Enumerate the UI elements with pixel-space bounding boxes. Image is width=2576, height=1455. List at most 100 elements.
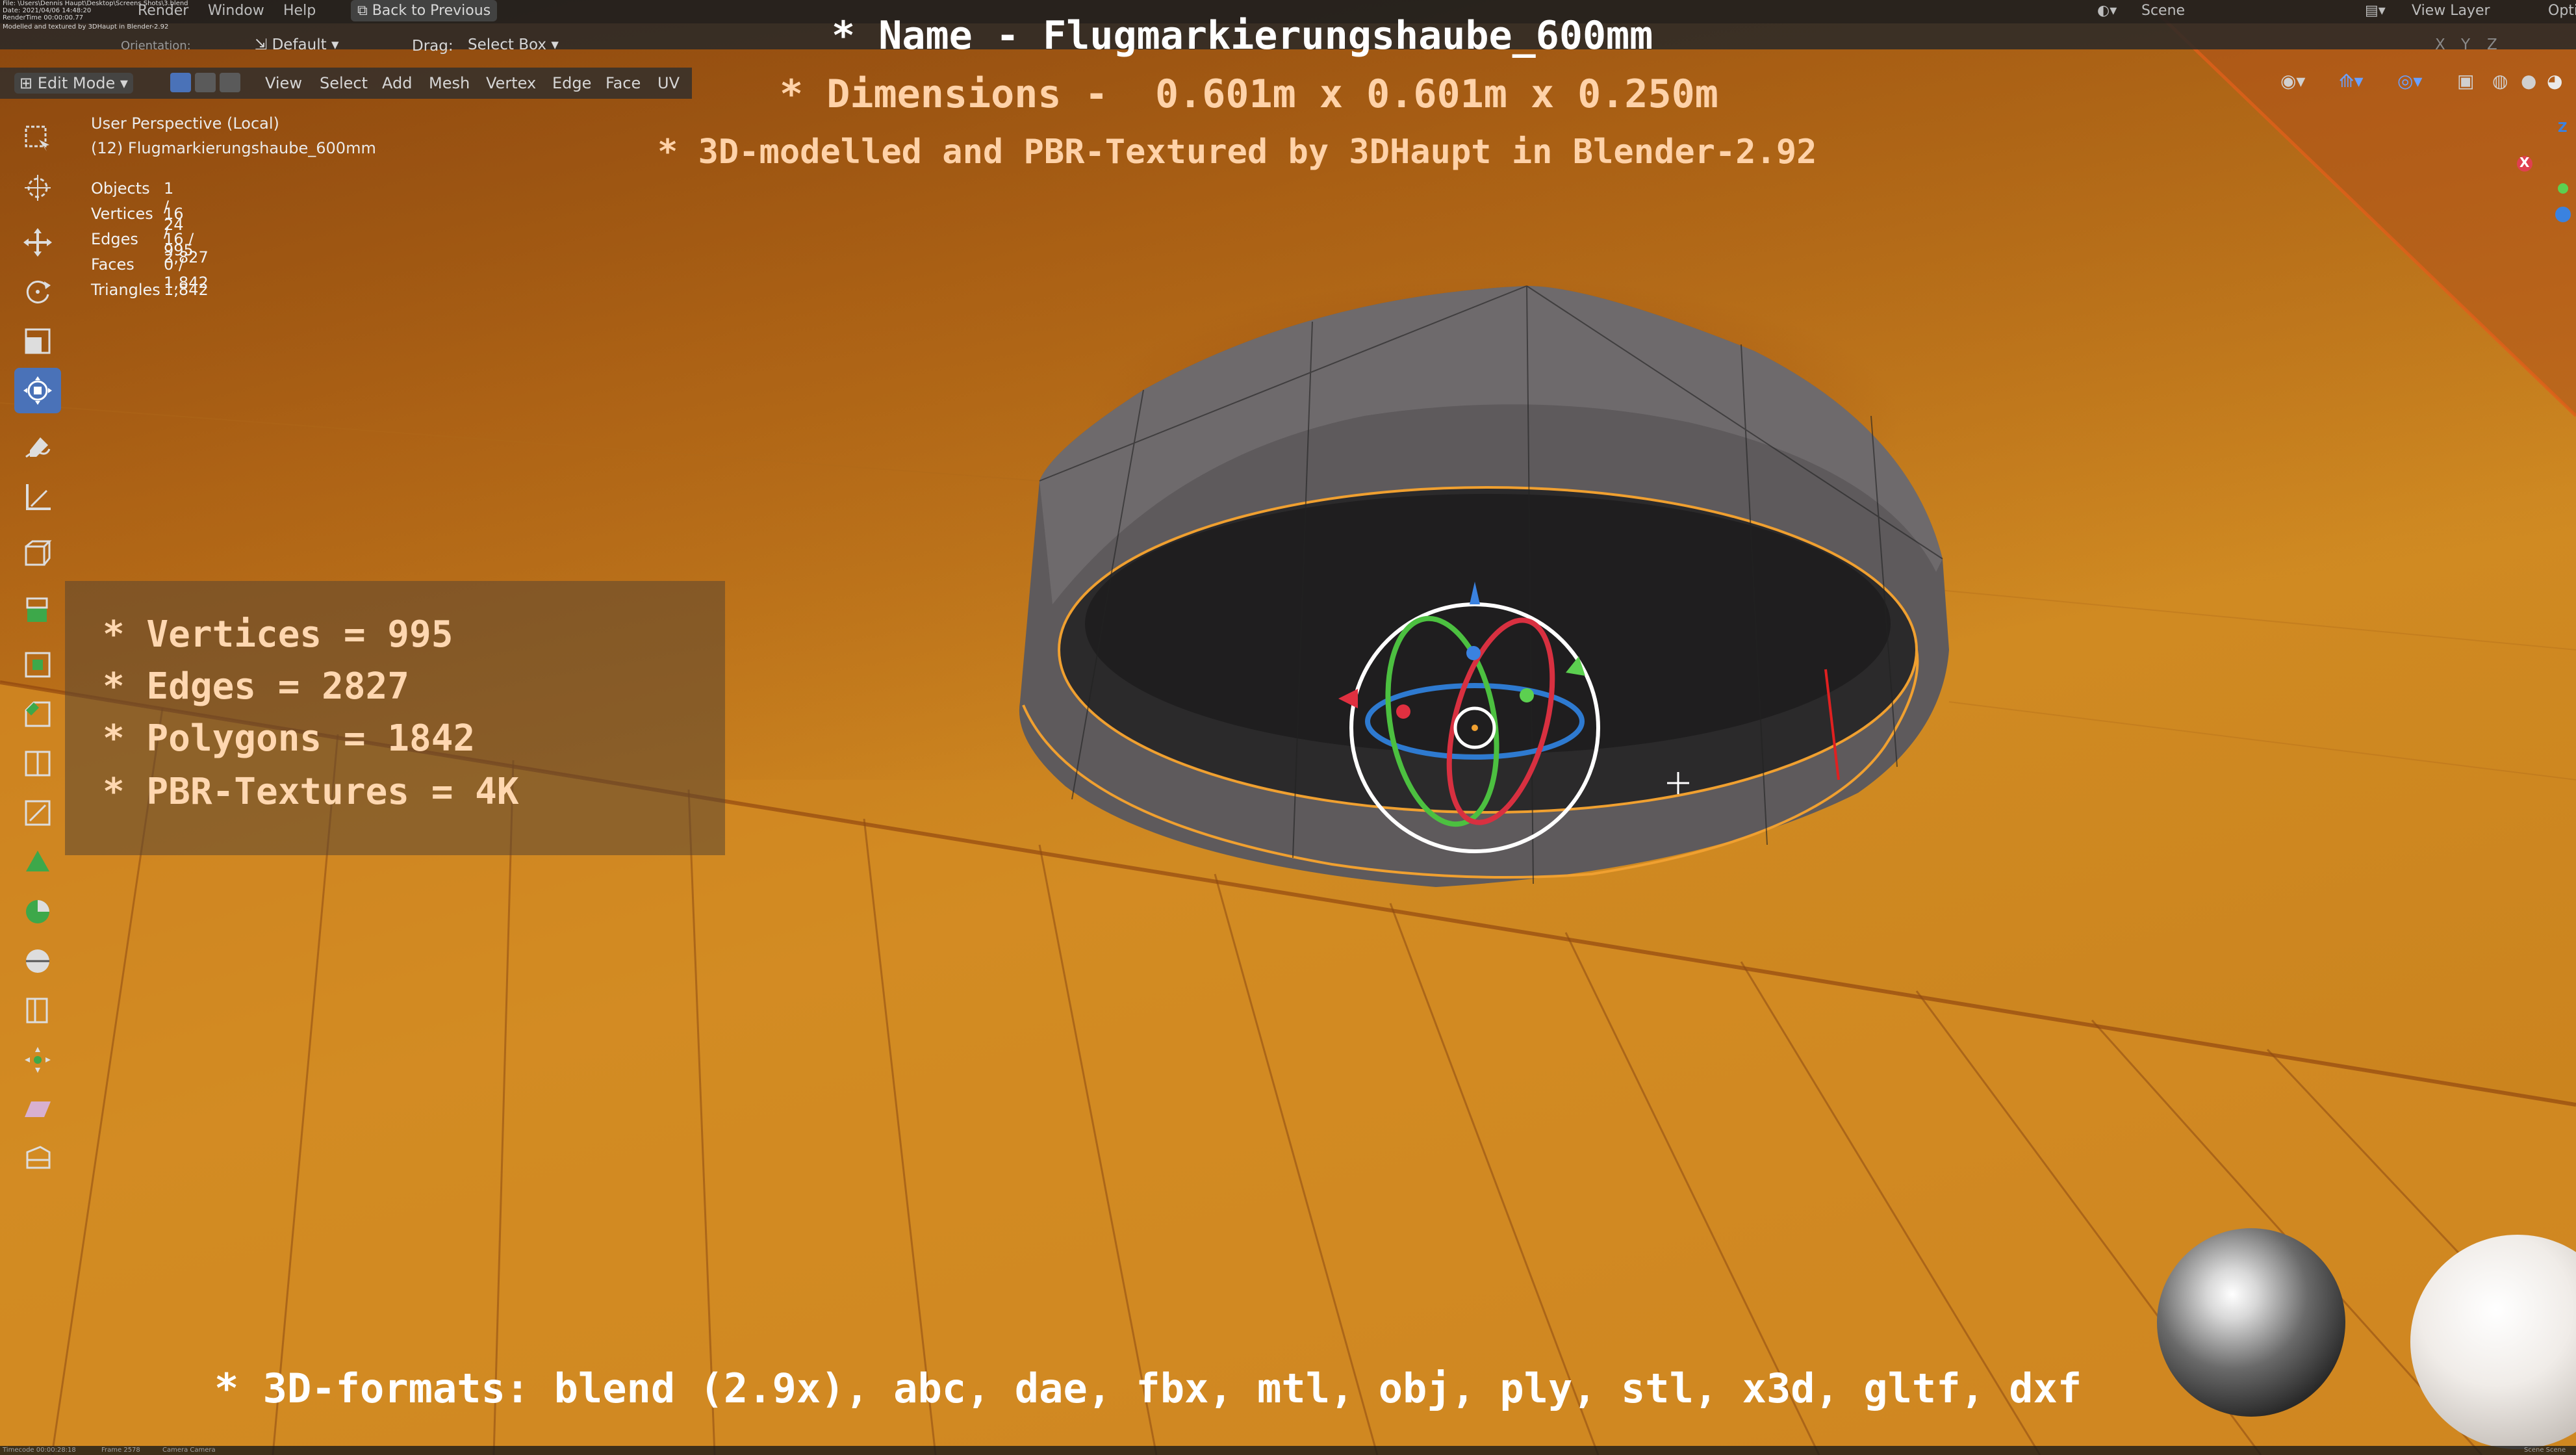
orientation-value: Default: [272, 36, 327, 53]
xray-icon[interactable]: ▣: [2457, 70, 2474, 92]
tool-measure[interactable]: [14, 474, 61, 520]
tool-add-cube[interactable]: [14, 532, 61, 577]
stat-label: Vertices: [91, 205, 153, 223]
edge-slide-icon: [26, 998, 48, 1024]
status-bar: Timecode 00:00:28:18 Frame 2578 Camera C…: [0, 1446, 2576, 1455]
tool-cursor[interactable]: [14, 165, 61, 211]
edge-select-button[interactable]: [195, 73, 216, 92]
viewport-header: ⊞ Edit Mode ▾ View Select Add Mesh Verte…: [0, 68, 692, 99]
drag-label: Drag:: [412, 38, 453, 55]
menu-mesh[interactable]: Mesh: [429, 74, 470, 92]
face-select-button[interactable]: [220, 73, 240, 92]
menu-help[interactable]: Help: [283, 3, 316, 19]
loop-cut-icon: [25, 751, 51, 777]
bevel-icon: [25, 701, 51, 727]
scene-icon[interactable]: ◐▾: [2097, 3, 2117, 19]
scale-icon: [25, 328, 51, 354]
mesh-object[interactable]: [1019, 285, 1949, 887]
overlay-edges-line: * Edges = 2827: [103, 665, 410, 708]
tool-smooth[interactable]: [14, 938, 61, 984]
menu-vertex[interactable]: Vertex: [486, 74, 536, 92]
drag-dropdown[interactable]: Select Box ▾: [468, 36, 559, 53]
tool-spin[interactable]: [14, 889, 61, 934]
poly-build-icon: [26, 851, 49, 871]
overlay-dimensions-line: * Dimensions - 0.601m x 0.601m x 0.250m: [780, 71, 1718, 117]
menu-window[interactable]: Window: [208, 3, 264, 19]
knife-icon: [25, 800, 51, 826]
overlay-stats-panel: * Vertices = 995 * Edges = 2827 * Polygo…: [65, 581, 725, 855]
measure-icon: [26, 484, 51, 510]
tool-knife[interactable]: [14, 790, 61, 836]
tool-bevel[interactable]: [14, 691, 61, 737]
orientation-label: Orientation:: [121, 39, 191, 53]
tool-shear[interactable]: [14, 1087, 61, 1132]
menu-edge[interactable]: Edge: [552, 74, 591, 92]
mirror-y-toggle[interactable]: Y: [2461, 36, 2470, 53]
rip-icon: [26, 1146, 51, 1169]
timecode-text: Timecode 00:00:28:18: [3, 1447, 76, 1454]
tool-annotate[interactable]: [14, 425, 61, 470]
visibility-icon[interactable]: ◉▾: [2280, 70, 2306, 92]
menu-select[interactable]: Select: [320, 74, 368, 92]
tool-shrink-fatten[interactable]: [14, 1037, 61, 1083]
overlay-name-line: * Name - Flugmarkierungshaube_600mm: [832, 13, 1653, 58]
tool-extrude[interactable]: [14, 587, 61, 633]
stat-label: Faces: [91, 255, 134, 274]
view-layer-selector[interactable]: View Layer: [2412, 3, 2490, 19]
overlay-textures-line: * PBR-Textures = 4K: [103, 771, 519, 813]
tool-loop-cut[interactable]: [14, 741, 61, 786]
chevron-down-icon: ▾: [115, 74, 128, 92]
overlay-formats-line: * 3D-formats: blend (2.9x), abc, dae, fb…: [214, 1365, 2082, 1412]
menu-add[interactable]: Add: [382, 74, 412, 92]
perspective-label: User Perspective (Local): [91, 114, 279, 133]
tool-rotate[interactable]: [14, 269, 61, 315]
overlays-icon[interactable]: ◎▾: [2397, 70, 2423, 92]
material-shading-icon[interactable]: ◕: [2547, 70, 2562, 92]
inset-icon: [25, 652, 51, 678]
edit-mode-icon: ⊞: [19, 74, 38, 92]
options-button[interactable]: Opti: [2548, 3, 2576, 19]
orientation-icon: ⇲: [255, 36, 272, 53]
overlay-credit-line: * 3D-modelled and PBR-Textured by 3DHaup…: [657, 133, 1817, 172]
menu-view[interactable]: View: [265, 74, 302, 92]
wireframe-shading-icon[interactable]: ◍: [2492, 70, 2508, 92]
stat-label: Triangles: [91, 281, 160, 299]
tool-inset[interactable]: [14, 642, 61, 688]
tool-edge-slide[interactable]: [14, 988, 61, 1033]
credit-small-line: Modelled and textured by 3DHaupt in Blen…: [3, 23, 169, 31]
vertex-select-button[interactable]: [170, 73, 191, 92]
viewport-shading-controls: ◉▾ ⟰▾ ◎▾ ▣ ◍ ● ◕: [2280, 70, 2576, 96]
tool-scale[interactable]: [14, 318, 61, 364]
mode-dropdown[interactable]: ⊞ Edit Mode ▾: [14, 73, 133, 94]
camera-text: Camera Camera: [162, 1447, 216, 1454]
stat-label: Edges: [91, 230, 138, 248]
tool-select-box[interactable]: [14, 116, 61, 161]
tool-rip[interactable]: [14, 1136, 61, 1181]
tool-transform[interactable]: [14, 368, 61, 413]
scene-status-text: Scene Scene: [2524, 1447, 2566, 1454]
menu-face[interactable]: Face: [606, 74, 641, 92]
tool-move[interactable]: [14, 220, 61, 265]
spin-icon: [26, 900, 49, 923]
mirror-x-toggle[interactable]: X: [2435, 36, 2445, 53]
scene-selector[interactable]: Scene: [2141, 3, 2185, 19]
solid-shading-icon[interactable]: ●: [2521, 70, 2536, 92]
back-to-previous-button[interactable]: ⧉ Back to Previous: [351, 0, 498, 21]
stat-value: 1,842: [164, 281, 209, 299]
tool-poly-build[interactable]: [14, 840, 61, 885]
left-toolbar: [10, 116, 66, 1240]
add-cube-icon: [25, 540, 52, 566]
orientation-dropdown[interactable]: ⇲ Default ▾: [255, 36, 339, 53]
annotate-icon: [25, 437, 51, 458]
stat-label: Objects: [91, 179, 150, 198]
back-to-previous-label: Back to Previous: [372, 3, 491, 19]
mirror-z-toggle[interactable]: Z: [2487, 36, 2497, 53]
view-layer-icon[interactable]: ▤▾: [2365, 3, 2386, 19]
gizmo-toggle-icon[interactable]: ⟰▾: [2339, 70, 2364, 92]
menu-uv[interactable]: UV: [657, 74, 680, 92]
rotate-icon: [26, 280, 51, 303]
object-name-label: (12) Flugmarkierungshaube_600mm: [91, 139, 376, 157]
select-box-icon: [25, 125, 49, 151]
menu-render[interactable]: Render: [138, 3, 188, 19]
edit-mode-label: Edit Mode: [37, 74, 116, 92]
